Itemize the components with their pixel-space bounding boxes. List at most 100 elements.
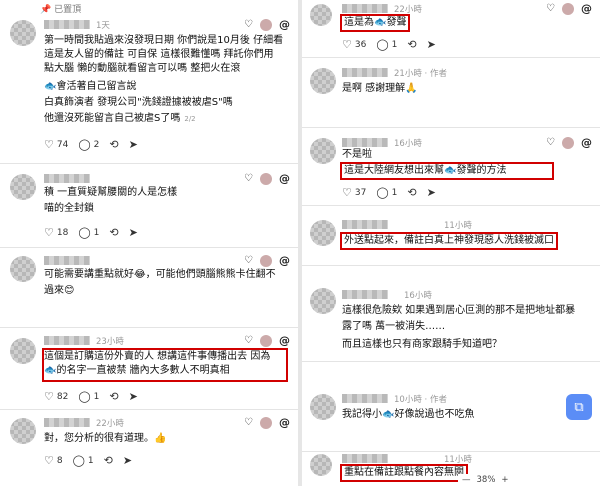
comment-button[interactable]: ◯ 1: [78, 226, 99, 239]
username[interactable]: [342, 220, 388, 229]
like-button[interactable]: ♡ 36: [342, 38, 366, 51]
username[interactable]: [44, 418, 90, 427]
comment-button[interactable]: ◯ 1: [78, 390, 99, 403]
avatar[interactable]: [310, 68, 336, 94]
floating-action-button[interactable]: ⧉: [566, 394, 592, 420]
author-avatar-icon: [562, 136, 574, 149]
post-text-line: 不是啦: [342, 149, 372, 160]
comment-post[interactable]: ♡ @ 可能需要講重點就好😂，可能他們頭腦熊熊卡住翻不 過來😊: [0, 248, 298, 328]
comment-post[interactable]: 16小時 ♡ @ 不是啦 這是大陸網友想出來幫🐟發聲的方法 ♡ 37 ◯ 1 ⟲ ➤: [302, 128, 600, 206]
comment-post[interactable]: 21小時 · 作者 是啊 感謝理解🙏: [302, 58, 600, 128]
post-text-line: 喵的全封鎖: [44, 203, 94, 214]
post-text-line: 這是友人留的備註 可自保 這樣很難懂嗎 拜託你們用: [44, 49, 274, 60]
username[interactable]: [342, 394, 388, 403]
avatar[interactable]: [310, 288, 336, 314]
avatar[interactable]: [310, 138, 336, 164]
post-text-line: 可能需要講重點就好😂，可能他們頭腦熊熊卡住翻不: [44, 269, 276, 280]
timestamp: 23小時: [96, 337, 124, 347]
share-button[interactable]: ➤: [123, 454, 132, 467]
threads-icon[interactable]: @: [279, 334, 290, 347]
comment-button[interactable]: ◯ 1: [376, 38, 397, 51]
zoom-out-button[interactable]: —: [462, 475, 471, 485]
heart-icon: ♡: [342, 38, 352, 51]
repost-button[interactable]: ⟲: [407, 38, 416, 51]
threads-icon[interactable]: @: [279, 254, 290, 267]
comment-post[interactable]: 1天 ♡ @ 第一時間我貼過來沒發現日期 你們說是10月後 仔細看 這是友人留的…: [0, 14, 298, 164]
avatar[interactable]: [310, 454, 332, 476]
repost-button[interactable]: ⟲: [407, 186, 416, 199]
repost-icon: ⟲: [109, 226, 119, 239]
username[interactable]: [342, 138, 388, 147]
heart-icon[interactable]: ♡: [244, 19, 253, 30]
comment-post[interactable]: 10小時 · 作者 我記得小🐟好像說過也不吃魚: [302, 362, 600, 452]
threads-icon[interactable]: @: [279, 18, 290, 31]
timestamp-text: 21小時: [394, 69, 422, 79]
comment-button[interactable]: ◯ 1: [73, 454, 94, 467]
post-text-line: 他還沒死能留言自己被虐S了嗎 2/2: [44, 112, 196, 126]
avatar[interactable]: [10, 418, 36, 444]
threads-icon[interactable]: @: [581, 2, 592, 15]
username[interactable]: [44, 174, 90, 183]
heart-icon[interactable]: ♡: [244, 255, 253, 266]
post-text-line: 點大腦 懶的動腦就看留言可以嗎 整把火在滾: [44, 63, 241, 74]
avatar[interactable]: [310, 394, 336, 420]
post-text-line: 我記得小🐟好像說過也不吃魚: [342, 409, 475, 420]
heart-icon[interactable]: ♡: [244, 173, 253, 184]
avatar[interactable]: [10, 256, 36, 282]
avatar[interactable]: [10, 174, 36, 200]
share-button[interactable]: ➤: [427, 38, 436, 51]
share-button[interactable]: ➤: [129, 226, 138, 239]
like-count: 37: [354, 187, 367, 198]
like-button[interactable]: ♡ 37: [342, 186, 366, 199]
repost-button[interactable]: ⟲: [109, 226, 118, 239]
avatar[interactable]: [310, 4, 332, 26]
heart-icon[interactable]: ♡: [546, 3, 555, 14]
timestamp: 21小時 · 作者: [394, 69, 447, 79]
comment-button[interactable]: ◯ 1: [376, 186, 397, 199]
repost-button[interactable]: ⟲: [109, 390, 118, 403]
author-avatar-icon: [260, 18, 272, 31]
username[interactable]: [44, 20, 90, 29]
author-avatar-icon: [260, 334, 272, 347]
avatar[interactable]: [10, 338, 36, 364]
username[interactable]: [342, 4, 388, 13]
share-icon: ➤: [128, 390, 138, 403]
comment-post[interactable]: 22小時 ♡ @ 這是為🐟發聲 ♡ 36 ◯ 1 ⟲ ➤: [302, 0, 600, 58]
like-button[interactable]: ♡ 18: [44, 226, 68, 239]
share-button[interactable]: ➤: [129, 138, 138, 151]
username[interactable]: [342, 454, 388, 463]
share-button[interactable]: ➤: [129, 390, 138, 403]
heart-icon[interactable]: ♡: [244, 335, 253, 346]
post-header-icons: ♡ @: [244, 254, 290, 267]
post-actions: ♡ 74 ◯ 2 ⟲ ➤: [44, 138, 138, 151]
avatar[interactable]: [310, 220, 336, 246]
threads-icon[interactable]: @: [279, 172, 290, 185]
comment-post[interactable]: 16小時 這樣很危險欸 如果遇到居心叵測的那不是把地址都暴 露了嗎 萬一被消失……: [302, 266, 600, 362]
comment-post[interactable]: 11小時 外送點起來，備註白真上神發現惡人洗錢被滅口: [302, 206, 600, 266]
share-button[interactable]: ➤: [427, 186, 436, 199]
like-button[interactable]: ♡ 82: [44, 390, 68, 403]
threads-icon[interactable]: @: [279, 416, 290, 429]
comment-icon: ◯: [78, 138, 91, 151]
comment-button[interactable]: ◯ 2: [78, 138, 99, 151]
comment-post[interactable]: 23小時 ♡ @ 這個是訂購這份外賣的人 想講這件事傳播出去 因為 🐟的名字一直…: [0, 328, 298, 410]
username[interactable]: [44, 256, 90, 265]
like-button[interactable]: ♡ 8: [44, 454, 63, 467]
comment-icon: ◯: [78, 226, 91, 239]
repost-button[interactable]: ⟲: [109, 138, 118, 151]
username[interactable]: [44, 336, 90, 345]
repost-button[interactable]: ⟲: [104, 454, 113, 467]
username[interactable]: [342, 290, 388, 299]
highlighted-text-block: 外送點起來，備註白真上神發現惡人洗錢被滅口: [340, 232, 558, 250]
author-avatar-icon: [260, 416, 272, 429]
threads-icon[interactable]: @: [581, 136, 592, 149]
heart-icon[interactable]: ♡: [244, 417, 253, 428]
heart-icon[interactable]: ♡: [546, 137, 555, 148]
comment-post[interactable]: 22小時 ♡ @ 對，您分析的很有道理。👍 ♡ 8 ◯ 1 ⟲ ➤: [0, 410, 298, 486]
comment-post[interactable]: ♡ @ 積 一直質疑幫腰關的人是怎樣 喵的全封鎖 ♡ 18 ◯ 1 ⟲ ➤: [0, 164, 298, 248]
zoom-in-button[interactable]: +: [501, 475, 508, 485]
username[interactable]: [342, 68, 388, 77]
avatar[interactable]: [10, 20, 36, 46]
post-header-icons: ♡ @: [244, 416, 290, 429]
like-button[interactable]: ♡ 74: [44, 138, 68, 151]
